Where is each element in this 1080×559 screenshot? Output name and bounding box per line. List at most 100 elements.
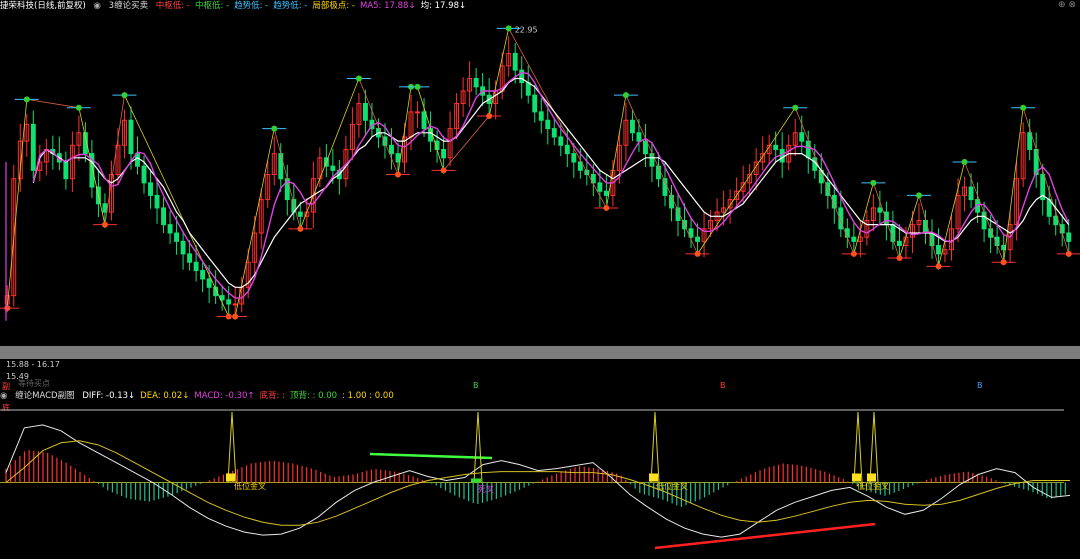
candle-body [851, 236, 857, 242]
macd-chart [0, 409, 1071, 550]
pivot-dot [961, 158, 968, 165]
pivot-line [605, 95, 627, 209]
pivot-line [508, 28, 607, 209]
pivot-dot [915, 192, 922, 199]
signal-spike [473, 411, 483, 483]
pivot-line [488, 28, 510, 117]
candle-body [545, 119, 551, 130]
macd-dot-icon: ◉ [0, 391, 8, 401]
candle-body [441, 148, 447, 159]
macd-value-item: DIFF: -0.13↓ [82, 391, 136, 401]
indicator-name: 3缠论买卖 [108, 1, 149, 11]
candle-body [597, 182, 603, 192]
pivot-dot [271, 125, 278, 132]
signal-spike [227, 411, 237, 483]
pivot-dot [232, 313, 239, 320]
candle-body [896, 240, 902, 247]
header-value-item: 局部极点: - [312, 1, 355, 11]
candle-body [200, 270, 206, 280]
pivot-line [6, 99, 28, 309]
macd-value-item: MACD: -0.30↑ [194, 391, 255, 401]
candle-body [421, 111, 427, 130]
candle-body [877, 207, 883, 213]
candle-body [629, 119, 635, 134]
candle-body [154, 194, 160, 209]
candle-body [161, 207, 167, 226]
macd-value-item: : 1.00 : 0.00 [342, 391, 394, 401]
pivot-dot [23, 96, 30, 103]
pivot-line [1003, 107, 1024, 263]
golden-cross-label-1: 低位金叉 [234, 482, 266, 491]
header-value-item: 中枢低: - [194, 1, 230, 11]
header-value-item: 均: 17.98↓ [420, 1, 467, 11]
window-controls[interactable]: ⊕ ⊗ [1058, 0, 1076, 10]
pivot-line [358, 78, 399, 175]
chart-scroll-strip[interactable] [0, 346, 1080, 359]
pivot-dot [394, 171, 401, 178]
signal-spike [853, 411, 863, 483]
candle-body [844, 228, 850, 238]
pivot-line [104, 95, 125, 225]
candle-body [512, 52, 518, 71]
candle-body [1066, 232, 1072, 242]
candle-body [232, 303, 238, 306]
candle-body [1027, 132, 1033, 150]
candle-body [63, 161, 69, 180]
stock-title: 捷荣科技(日线,前复权) [0, 1, 86, 11]
pivot-line [899, 195, 920, 259]
candle-body [773, 144, 779, 150]
candle-body [669, 194, 674, 209]
signal-spike [869, 411, 879, 483]
macd-values: DIFF: -0.13↓ DEA: 0.02↓ MACD: -0.30↑ 底背: : 顶… [82, 391, 398, 401]
candle-body [395, 153, 401, 163]
candle-body [923, 219, 928, 234]
marker-b3: B [977, 381, 983, 390]
pivot-dot [1020, 104, 1027, 111]
pivot-line [417, 86, 444, 171]
candle-body [102, 203, 108, 213]
pivot-dot [505, 25, 512, 32]
pivot-line [697, 107, 796, 255]
pivot-dot [622, 92, 629, 99]
pivot-line [625, 95, 698, 255]
candle-body [226, 299, 232, 305]
pivot-dot [1000, 259, 1007, 266]
macd-header: ◉ 缠论MACD副图 DIFF: -0.13↓ DEA: 0.02↓ MACD: -… [0, 390, 1040, 402]
indicator-dot-icon: ◉ [93, 1, 101, 11]
dea-line [5, 440, 1070, 526]
macd-title: 缠论MACD副图 [15, 391, 75, 401]
candle-body [936, 245, 941, 255]
candle-body [389, 144, 394, 155]
candle-body [636, 132, 642, 142]
candle-body [695, 236, 701, 242]
top-divergence-line [369, 452, 493, 460]
pivot-line [918, 195, 939, 267]
pivot-dot [75, 104, 82, 111]
pivot-dot [792, 104, 799, 111]
candle-body [187, 253, 193, 263]
pivot-dot [850, 250, 857, 257]
candle-body [167, 224, 173, 234]
main-chart-header: 捷荣科技(日线,前复权) ◉ 3缠论买卖 中枢低: - 中枢低: - 趋势低: - 趋… [0, 0, 1040, 12]
candle-body [538, 111, 544, 121]
header-value-item: 中枢低: - [155, 1, 190, 11]
candle-body [799, 132, 805, 142]
marker-b2: B [720, 381, 726, 390]
pivot-dot [694, 250, 701, 257]
candle-body [642, 140, 648, 155]
candle-body [135, 153, 140, 167]
dead-cross-marker [471, 478, 481, 483]
pivot-dot [355, 75, 362, 82]
candle-body [883, 211, 889, 226]
candle-body [558, 136, 564, 146]
candle-body [193, 261, 199, 272]
header-value-item: MA5: 17.88↓ [360, 1, 416, 11]
pivot-dot [486, 113, 493, 120]
candle-body [603, 190, 609, 196]
pivot-line [78, 107, 106, 225]
candle-body [148, 182, 153, 196]
candle-body [428, 128, 434, 142]
candle-body [968, 186, 974, 201]
pivot-line [794, 107, 855, 255]
pivot-dot [4, 305, 11, 312]
